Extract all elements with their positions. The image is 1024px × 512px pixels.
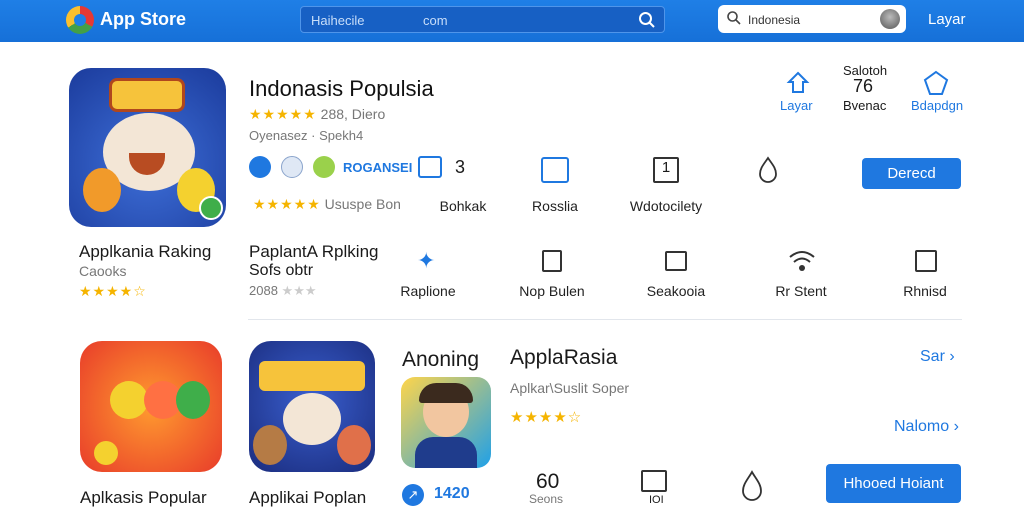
- stat-number: 60: [536, 470, 560, 493]
- share-icon[interactable]: ↗: [402, 484, 424, 506]
- category-label: Rhnisd: [903, 283, 947, 299]
- sparkle-icon: ✦: [417, 248, 436, 273]
- storage-icon: [915, 250, 937, 272]
- action-counter-label: Bvenac: [843, 98, 887, 113]
- section-sub: Aplkar\Suslit Soper: [510, 380, 630, 396]
- category-item-1[interactable]: ✦ Raplione: [373, 246, 485, 306]
- window-icon: [665, 251, 687, 271]
- brand-title[interactable]: App Store: [100, 9, 186, 30]
- mid-card-sub: Sofs obtr: [249, 262, 314, 279]
- rating-stars: ★★★★☆: [79, 283, 147, 299]
- badge-icon[interactable]: [922, 70, 950, 96]
- mid-card-title[interactable]: PaplantA Rplking: [249, 242, 378, 262]
- category-label: Nop Bulen: [519, 283, 585, 299]
- category-item-5[interactable]: Rhnisd: [870, 246, 982, 306]
- category-item-2[interactable]: Nop Bulen: [497, 246, 609, 306]
- search-placeholder-suffix: com: [423, 13, 448, 28]
- category-label: Rr Stent: [775, 283, 827, 299]
- bottom-card1-title[interactable]: Aplkasis Popular: [80, 488, 207, 508]
- avatar[interactable]: [880, 9, 900, 29]
- bottom-card2-title[interactable]: Applikai Poplan: [249, 488, 366, 508]
- install-button[interactable]: Hhooed Hoiant: [826, 464, 961, 503]
- see-all-link-1[interactable]: Sar ›: [920, 348, 955, 366]
- category-label: Seakooia: [646, 283, 706, 299]
- featured-rating: ★★★★★ 288, Diero: [249, 106, 385, 123]
- header-link-layar[interactable]: Layar: [928, 11, 966, 28]
- category-item-4[interactable]: Rr Stent: [746, 246, 858, 306]
- badge-label: ROGANSEI: [343, 160, 413, 175]
- rating-stars: ★★★★★: [249, 106, 317, 122]
- secondary-rating: ★★★★★ Ususpe Bon: [253, 196, 401, 213]
- action-bdapdgn[interactable]: Bdapdgn: [911, 98, 963, 113]
- stat2-label: IOI: [649, 494, 664, 506]
- search-placeholder: Haihecile: [311, 13, 365, 28]
- mid-card-meta: 2088 ★★★: [249, 283, 317, 299]
- category-item-3[interactable]: Seakooia: [621, 246, 733, 306]
- region-search-field[interactable]: Indonesia: [718, 5, 906, 33]
- section-divider: [248, 319, 962, 320]
- stat-label: Seons: [529, 492, 564, 506]
- rating-text: 288, Diero: [320, 106, 386, 122]
- wifi-icon: [789, 251, 815, 271]
- download-button[interactable]: Derecd: [862, 158, 961, 189]
- category-label: Raplione: [400, 283, 456, 299]
- rating-stars: ★★★★★: [253, 196, 321, 212]
- document-icon[interactable]: [541, 157, 569, 183]
- stat-label-2: Rosslia: [532, 198, 578, 214]
- lock-icon: [542, 250, 562, 272]
- app-icon-kid[interactable]: [401, 377, 491, 468]
- region-search-value: Indonesia: [748, 13, 801, 27]
- featured-subtitle: Oyenasez · Spekh4: [249, 128, 364, 143]
- upload-icon[interactable]: [785, 70, 811, 96]
- section-heading-right[interactable]: ApplaRasia: [510, 346, 617, 370]
- see-all-label: Sar: [920, 348, 945, 365]
- chevron-right-icon: ›: [953, 418, 959, 435]
- featured-app-title[interactable]: Indonasis Populsia: [249, 76, 434, 102]
- rating-stars: ★★★★☆: [510, 409, 583, 426]
- share-icon[interactable]: [249, 156, 271, 178]
- app-icon-popular[interactable]: [80, 341, 222, 472]
- secondary-rating-label: Ususpe Bon: [324, 196, 401, 212]
- stat-label-3: Wdotocilety: [629, 198, 703, 214]
- chevron-right-icon: ›: [949, 348, 955, 365]
- left-card-title[interactable]: Applkania Raking: [79, 242, 211, 262]
- number-one-icon[interactable]: 1: [653, 157, 679, 183]
- badge-number: 1420: [434, 485, 470, 502]
- app-icon-koreas[interactable]: [249, 341, 375, 472]
- see-all-link-2[interactable]: Nalomo ›: [894, 418, 959, 436]
- mid-card-meta-value: 2088: [249, 283, 278, 298]
- action-layar[interactable]: Layar: [780, 98, 813, 113]
- touch-icon[interactable]: [756, 156, 780, 184]
- search-icon: [727, 11, 741, 25]
- app-store-logo-icon[interactable]: [66, 6, 94, 34]
- search-input[interactable]: Haihecile com: [300, 6, 665, 33]
- section-heading-left: Anoning: [402, 348, 480, 371]
- see-all-label: Nalomo: [894, 418, 950, 435]
- search-icon[interactable]: [638, 11, 656, 29]
- featured-app-icon[interactable]: [69, 68, 226, 227]
- globe-icon[interactable]: [313, 156, 335, 178]
- left-card-sub: Caooks: [79, 263, 127, 279]
- window-icon[interactable]: [641, 470, 667, 492]
- rating-stars: ★★★: [281, 283, 317, 298]
- user-icon[interactable]: [281, 156, 303, 178]
- calendar-icon[interactable]: [418, 156, 442, 178]
- count-value: 3: [455, 157, 466, 177]
- action-counter-num: 76: [853, 76, 874, 96]
- touch-icon[interactable]: [739, 470, 765, 502]
